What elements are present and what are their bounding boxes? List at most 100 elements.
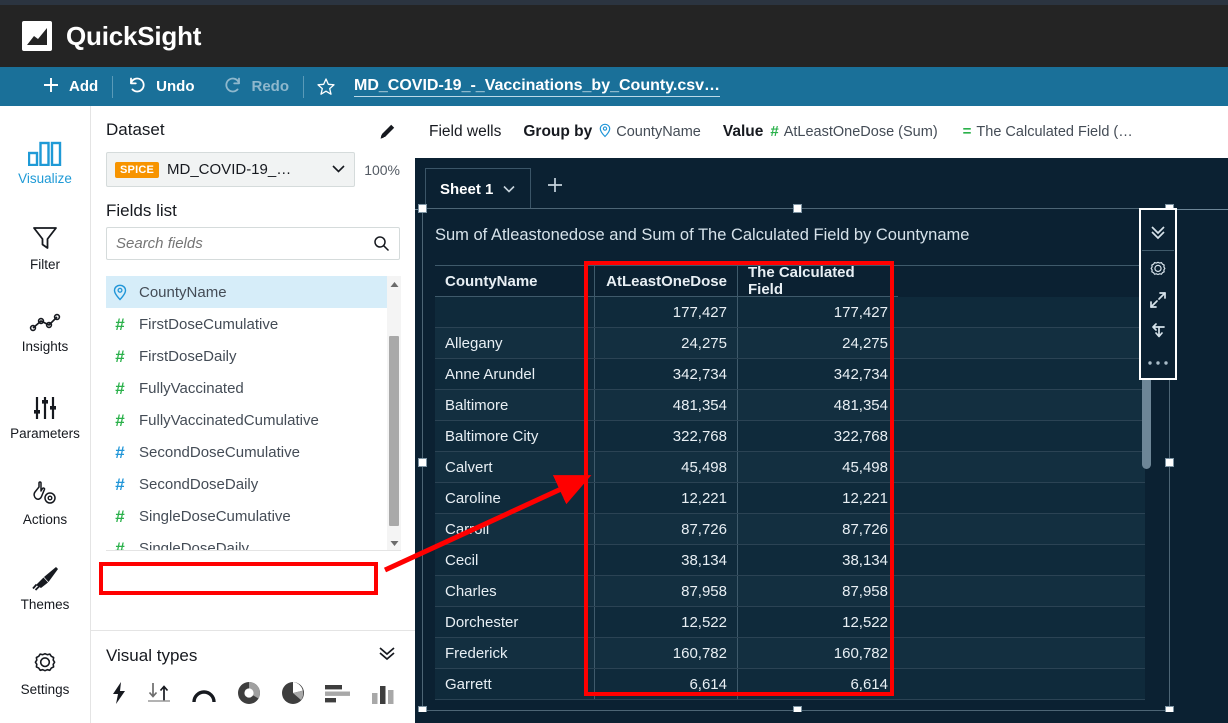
fields-scrollbar[interactable] (387, 276, 401, 551)
fields-scrollbar-thumb[interactable] (389, 336, 399, 526)
expand-arrows-icon[interactable] (1141, 285, 1175, 316)
cell-atleastonedose: 87,726 (595, 514, 738, 544)
hand-gear-icon (30, 479, 60, 507)
cell-calculated-field: 24,275 (738, 328, 898, 358)
left-nav-rail: Visualize Filter Insights (0, 106, 90, 723)
sidebar-item-visualize[interactable]: Visualize (0, 122, 90, 203)
field-row-seconddosecumulative[interactable]: # SecondDoseCumulative (106, 436, 401, 468)
sidebar-item-themes[interactable]: Themes (0, 547, 90, 628)
number-hash-icon: # (770, 124, 778, 140)
resize-handle-middle-right[interactable] (1165, 458, 1174, 467)
gauge-arc-icon[interactable] (190, 681, 218, 705)
field-wells-label: Field wells (429, 123, 501, 141)
cell-countyname: Dorchester (435, 607, 595, 637)
sidebar-item-label: Visualize (18, 171, 72, 186)
autograph-lightning-icon[interactable] (110, 681, 128, 705)
field-label: SecondDoseDaily (139, 476, 258, 493)
cell-atleastonedose: 177,427 (595, 297, 738, 327)
field-row-firstdosedaily[interactable]: # FirstDoseDaily (106, 340, 401, 372)
toolbar-divider (1142, 250, 1174, 251)
table-row[interactable]: Baltimore 481,354 481,354 (435, 390, 1145, 421)
table-row[interactable]: 177,427 177,427 (435, 297, 1145, 328)
dataset-panel: Dataset SPICE MD_COVID-19_… 100% Fields … (90, 106, 415, 723)
sidebar-item-label: Parameters (10, 426, 80, 441)
pencil-icon[interactable] (378, 122, 397, 146)
scroll-up-icon[interactable] (387, 276, 401, 292)
table-row[interactable]: Baltimore City 322,768 322,768 (435, 421, 1145, 452)
analysis-title[interactable]: MD_COVID-19_-_Vaccinations_by_County.csv… (354, 77, 720, 97)
vertical-bar-chart-icon[interactable] (370, 681, 396, 705)
gear-icon[interactable] (1141, 254, 1175, 285)
sheet-canvas: Sum of Atleastonedose and Sum of The Cal… (415, 210, 1228, 723)
sidebar-item-insights[interactable]: Insights (0, 292, 90, 373)
table-row[interactable]: Dorchester 12,522 12,522 (435, 607, 1145, 638)
table-row[interactable]: Carroll 87,726 87,726 (435, 514, 1145, 545)
bar-chart-icon (28, 140, 62, 166)
value-field-pill-atleastonedose[interactable]: # AtLeastOneDose (Sum) (770, 124, 937, 140)
app-brand-name: QuickSight (66, 21, 201, 52)
resize-handle-top-left[interactable] (418, 204, 427, 213)
add-button[interactable]: Add (28, 67, 112, 106)
cell-atleastonedose: 342,734 (595, 359, 738, 389)
table-header-row: CountyName AtLeastOneDose The Calculated… (435, 265, 1145, 297)
resize-handle-middle-left[interactable] (418, 458, 427, 467)
add-sheet-button[interactable] (531, 175, 579, 210)
table-row[interactable]: Frederick 160,782 160,782 (435, 638, 1145, 669)
chevron-double-down-icon[interactable] (376, 645, 398, 666)
field-row-seconddosedaily[interactable]: # SecondDoseDaily (106, 468, 401, 500)
visual-types-header: Visual types (106, 645, 398, 666)
group-by-field-pill[interactable]: CountyName (599, 123, 701, 142)
table-row[interactable]: Cecil 38,134 38,134 (435, 545, 1145, 576)
table-row[interactable]: Anne Arundel 342,734 342,734 (435, 359, 1145, 390)
scroll-down-icon[interactable] (387, 535, 401, 551)
field-wells-bar: Field wells Group by CountyName Value (415, 106, 1228, 158)
column-header-atleastonedose[interactable]: AtLeastOneDose (595, 266, 738, 297)
dataset-select[interactable]: SPICE MD_COVID-19_… (106, 152, 355, 187)
sidebar-item-parameters[interactable]: Parameters (0, 377, 90, 458)
resize-handle-top-center[interactable] (793, 204, 802, 213)
sidebar-item-settings[interactable]: Settings (0, 632, 90, 713)
column-header-the-calculated-field[interactable]: The Calculated Field (738, 266, 898, 297)
table-row[interactable]: Garrett 6,614 6,614 (435, 669, 1145, 700)
field-row-singledosedaily[interactable]: # SingleDoseDaily (106, 532, 401, 551)
horizontal-bar-chart-icon[interactable] (324, 682, 352, 704)
table-row[interactable]: Allegany 24,275 24,275 (435, 328, 1145, 359)
search-icon[interactable] (373, 235, 390, 257)
updown-arrows-icon[interactable] (146, 681, 172, 705)
value-field-label: AtLeastOneDose (Sum) (784, 124, 938, 140)
sidebar-item-filter[interactable]: Filter (0, 207, 90, 288)
table-row[interactable]: Caroline 12,221 12,221 (435, 483, 1145, 514)
plus-icon (42, 76, 60, 98)
undo-button[interactable]: Undo (113, 67, 208, 106)
spice-badge: SPICE (115, 162, 159, 178)
field-row-firstdosecumulative[interactable]: # FirstDoseCumulative (106, 308, 401, 340)
field-row-fullyvaccinatedcumulative[interactable]: # FullyVaccinatedCumulative (106, 404, 401, 436)
cell-countyname: Anne Arundel (435, 359, 595, 389)
dataset-percent: 100% (364, 162, 400, 178)
table-row[interactable]: Calvert 45,498 45,498 (435, 452, 1145, 483)
favorite-star-icon[interactable] (304, 77, 348, 97)
table-header: CountyName AtLeastOneDose The Calculated… (435, 265, 1145, 297)
field-row-countyname[interactable]: CountyName (106, 276, 401, 308)
calculated-field-icon: = (963, 124, 972, 140)
chevron-double-down-icon[interactable] (1141, 216, 1175, 247)
geo-pin-icon (111, 284, 129, 301)
pie-chart-icon[interactable] (280, 680, 306, 706)
field-row-fullyvaccinated[interactable]: # FullyVaccinated (106, 372, 401, 404)
sidebar-item-actions[interactable]: Actions (0, 462, 90, 543)
dataset-header: Dataset (91, 106, 415, 146)
tab-sheet-1[interactable]: Sheet 1 (425, 168, 531, 210)
field-label: CountyName (139, 284, 227, 301)
field-row-singledosecumulative[interactable]: # SingleDoseCumulative (106, 500, 401, 532)
column-header-countyname[interactable]: CountyName (435, 266, 595, 297)
number-hash-icon: # (111, 412, 129, 429)
table-visual[interactable]: Sum of Atleastonedose and Sum of The Cal… (422, 208, 1170, 711)
ellipsis-icon[interactable] (1141, 347, 1175, 378)
geo-pin-icon (599, 123, 611, 142)
value-field-pill-calculated-field[interactable]: = The Calculated Field (… (963, 124, 1133, 140)
swap-arrows-icon[interactable] (1141, 316, 1175, 347)
search-input[interactable] (106, 227, 400, 260)
table-row[interactable]: Charles 87,958 87,958 (435, 576, 1145, 607)
chevron-down-icon[interactable] (502, 181, 516, 198)
donut-chart-icon[interactable] (236, 680, 262, 706)
